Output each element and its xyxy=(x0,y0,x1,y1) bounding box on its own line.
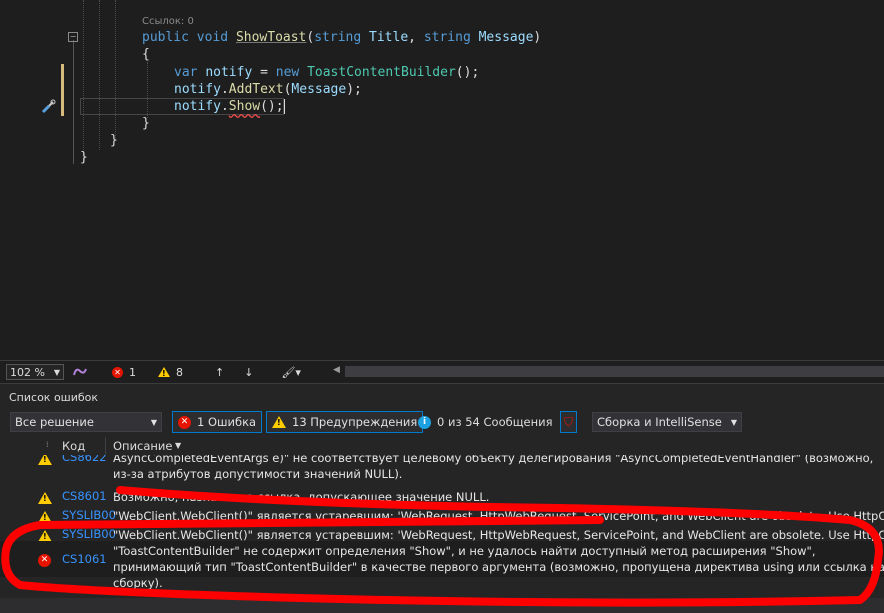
error-icon: ✕ xyxy=(38,551,57,567)
type-name: ToastContentBuilder xyxy=(307,65,456,80)
panel-title: Список ошибок xyxy=(9,391,99,404)
error-description: Возможно, назначение-ссылка, допускающее… xyxy=(113,490,490,504)
error-code[interactable]: CS8622 xyxy=(62,455,107,464)
info-icon: i xyxy=(418,415,431,429)
error-description: "WebClient.WebClient()" является устарев… xyxy=(113,528,884,541)
errors-filter-label: 1 Ошибка xyxy=(197,415,257,429)
arrow-up-icon[interactable]: ↑ xyxy=(215,366,224,379)
errors-indicator[interactable]: ✕ 1 xyxy=(112,366,136,379)
brace: { xyxy=(142,47,150,62)
keyword: string xyxy=(314,30,362,45)
warning-icon: ! xyxy=(38,530,58,541)
identifier: notify xyxy=(174,82,221,97)
build-mode-value: Сборка и IntelliSense xyxy=(597,415,722,429)
warnings-filter-button[interactable]: ! 13 Предупреждения xyxy=(266,411,424,433)
messages-filter-button[interactable]: i 0 из 54 Сообщения xyxy=(418,411,553,433)
scroll-left-icon[interactable]: ◀ xyxy=(333,365,340,375)
zoom-level: 102 % xyxy=(10,365,45,379)
method-call: AddText xyxy=(228,82,284,97)
scope-dropdown[interactable]: Все решение ▼ xyxy=(10,411,162,433)
chevron-down-icon: ▼ xyxy=(175,441,182,450)
screwdriver-icon[interactable] xyxy=(40,99,56,115)
warning-icon: ! xyxy=(38,455,58,468)
warning-icon: ! xyxy=(158,367,170,378)
keyword: string xyxy=(423,30,471,45)
table-row[interactable]: ! CS8601 Возможно, назначение-ссылка, до… xyxy=(0,489,884,509)
code-line: notify.Show(); xyxy=(174,99,285,114)
brace: } xyxy=(110,133,118,148)
identifier: notify xyxy=(205,65,253,80)
chevron-down-icon: ▼ xyxy=(730,417,737,427)
error-method-call[interactable]: Show xyxy=(229,99,260,114)
table-row[interactable]: ! SYSLIB00 "WebClient.WebClient()" являе… xyxy=(0,527,884,541)
error-code[interactable]: SYSLIB00 xyxy=(62,508,116,522)
indent-guide xyxy=(115,0,116,140)
error-count: 1 xyxy=(129,365,136,379)
chevron-down-icon: ▼ xyxy=(150,417,157,427)
sort-indicator-icon: ⁞ xyxy=(46,440,49,449)
build-mode-dropdown[interactable]: Сборка и IntelliSense ▼ xyxy=(592,411,742,433)
error-icon: ✕ xyxy=(178,415,191,429)
error-description: "WebClient.WebClient()" является устарев… xyxy=(113,509,884,523)
chevron-down-icon: ▼ xyxy=(53,367,60,377)
identifier: Message xyxy=(291,82,347,97)
filter-options-button[interactable]: ⛉ xyxy=(560,411,578,433)
scope-value: Все решение xyxy=(15,415,94,429)
table-row-selected[interactable]: ✕ CS1061 "ToastContentBuilder" не содерж… xyxy=(0,541,884,590)
method-name: ShowToast xyxy=(235,30,307,45)
column-divider[interactable] xyxy=(105,437,106,455)
error-code[interactable]: SYSLIB00 xyxy=(62,527,116,541)
error-list-rows: ! CS8622 AsyncCompletedEventArgs e)" не … xyxy=(0,455,884,599)
param: Title xyxy=(369,30,409,45)
indent-guide xyxy=(99,0,100,150)
warning-icon: ! xyxy=(272,416,286,428)
change-marker xyxy=(61,64,64,116)
filter-icon: ⛉ xyxy=(564,414,574,429)
warning-icon: ! xyxy=(38,511,58,526)
intellicode-icon[interactable] xyxy=(72,365,88,379)
code-editor[interactable]: Ссылок: 0 − public void ShowToast(string… xyxy=(0,0,884,360)
warnings-indicator[interactable]: ! 8 xyxy=(158,366,183,379)
method-signature: public void ShowToast(string Title, stri… xyxy=(142,30,542,45)
brace: } xyxy=(142,116,150,131)
column-header: ⁞ Код Описание ▼ xyxy=(0,437,884,455)
bottom-bar xyxy=(0,598,884,613)
code-line: notify.AddText(Message); xyxy=(174,82,362,97)
column-description[interactable]: Описание xyxy=(113,439,172,453)
code-line: var notify = new ToastContentBuilder(); xyxy=(174,65,480,80)
cleanup-brush-icon[interactable]: 🖌▾ xyxy=(281,366,301,379)
error-code[interactable]: CS8601 xyxy=(62,489,107,503)
editor-status-bar: 102 % ▼ ✕ 1 ! 8 ↑ ↓ 🖌▾ ◀ xyxy=(0,360,884,383)
error-code[interactable]: CS1061 xyxy=(62,552,107,566)
table-row[interactable]: ! SYSLIB00 "WebClient.WebClient()" являе… xyxy=(0,508,884,528)
keyword: public xyxy=(142,30,189,45)
error-description: "ToastContentBuilder" не содержит опреде… xyxy=(113,544,884,590)
warning-count: 8 xyxy=(176,365,183,379)
messages-filter-label: 0 из 54 Сообщения xyxy=(437,415,553,429)
zoom-dropdown[interactable]: 102 % ▼ xyxy=(6,364,64,380)
param: Message xyxy=(478,30,534,45)
keyword: void xyxy=(196,30,229,45)
collapse-toggle[interactable]: − xyxy=(68,32,78,42)
keyword: new xyxy=(275,65,300,80)
codelens-references[interactable]: Ссылок: 0 xyxy=(142,16,194,27)
horizontal-scrollbar[interactable] xyxy=(345,366,884,377)
arrow-down-icon[interactable]: ↓ xyxy=(244,366,253,379)
error-icon: ✕ xyxy=(112,366,123,378)
errors-filter-button[interactable]: ✕ 1 Ошибка xyxy=(172,411,263,433)
brace: } xyxy=(80,150,88,165)
warnings-filter-label: 13 Предупреждения xyxy=(292,415,418,429)
warning-icon: ! xyxy=(38,492,58,507)
error-list-panel: Список ошибок Все решение ▼ ✕ 1 Ошибка ! 13… xyxy=(0,383,884,599)
error-description: AsyncCompletedEventArgs e)" не соответст… xyxy=(113,455,874,481)
text-cursor xyxy=(283,99,285,114)
column-code[interactable]: Код xyxy=(62,439,85,453)
indent-guide xyxy=(83,0,84,160)
keyword: var xyxy=(174,65,198,80)
identifier: notify xyxy=(174,99,221,114)
outline-line xyxy=(73,40,74,164)
table-row[interactable]: ! CS8622 AsyncCompletedEventArgs e)" не … xyxy=(0,455,884,483)
